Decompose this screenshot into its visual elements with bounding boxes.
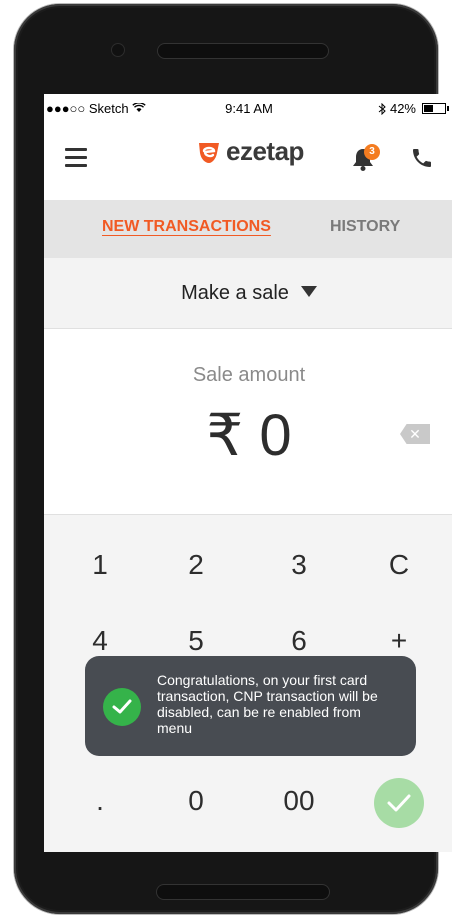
menu-icon[interactable]: [65, 148, 87, 167]
caret-down-icon: [300, 286, 317, 297]
app-screen: ●●●○○ Sketch 9:41 AM 42% ezetap 3 NEW TR…: [44, 94, 452, 852]
key-00[interactable]: 00: [259, 785, 339, 817]
toast-message: Congratulations, on your first card tran…: [157, 672, 378, 736]
key-5[interactable]: 5: [156, 625, 236, 657]
transaction-type-selector[interactable]: Make a sale: [44, 258, 452, 329]
logo-mark-icon: [199, 142, 219, 163]
key-4[interactable]: 4: [60, 625, 140, 657]
battery-percent: 42%: [389, 101, 416, 116]
confirm-button[interactable]: [374, 778, 424, 828]
camera-icon: [112, 44, 124, 56]
success-check-icon: [103, 688, 141, 726]
selector-label: Make a sale: [181, 282, 289, 304]
amount-label: Sale amount: [192, 364, 306, 386]
amount-display: Sale amount ₹ 0 ✕: [44, 329, 452, 514]
status-bar: ●●●○○ Sketch 9:41 AM 42%: [44, 94, 452, 124]
app-bar: ezetap 3: [44, 124, 452, 188]
selector-row: Make a sale: [44, 282, 452, 305]
key-clear[interactable]: C: [359, 549, 439, 581]
key-6[interactable]: 6: [259, 625, 339, 657]
toast-notification: Congratulations, on your first card tran…: [85, 656, 416, 756]
ezetap-logo: ezetap: [196, 136, 304, 167]
check-icon: [387, 794, 411, 812]
tab-bar: NEW TRANSACTIONS HISTORY: [44, 200, 452, 258]
battery-icon: [422, 103, 449, 114]
phone-icon[interactable]: [410, 146, 434, 170]
key-0[interactable]: 0: [156, 785, 236, 817]
speaker-top: [158, 44, 328, 58]
logo-text: ezetap: [226, 136, 304, 166]
tab-new-transactions[interactable]: NEW TRANSACTIONS: [102, 218, 271, 236]
key-dot[interactable]: .: [60, 785, 140, 817]
phone-frame: ●●●○○ Sketch 9:41 AM 42% ezetap 3 NEW TR…: [14, 4, 452, 914]
status-right: 42%: [378, 101, 449, 116]
amount-value: ₹ 0: [206, 403, 292, 468]
key-1[interactable]: 1: [60, 549, 140, 581]
tab-history[interactable]: HISTORY: [330, 218, 400, 236]
bluetooth-icon: [378, 102, 386, 115]
key-3[interactable]: 3: [259, 549, 339, 581]
notification-badge: 3: [364, 144, 380, 160]
key-plus[interactable]: +: [359, 625, 439, 657]
key-2[interactable]: 2: [156, 549, 236, 581]
speaker-bottom: [157, 885, 329, 899]
